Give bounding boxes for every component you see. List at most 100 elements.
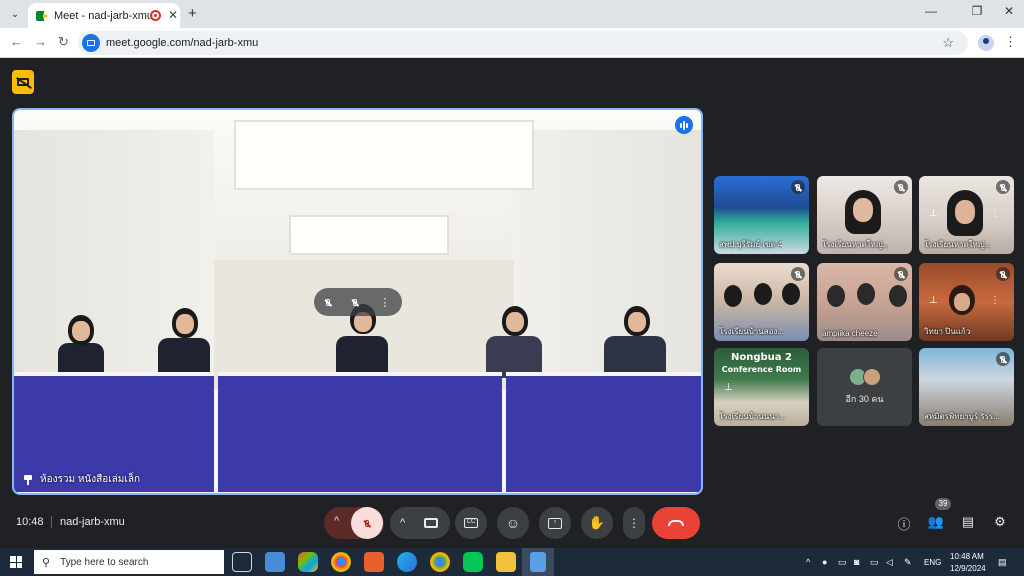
emoji-icon: ☺ [505, 515, 521, 531]
tab-close-button[interactable]: ✕ [168, 8, 178, 22]
raise-hand-button[interactable]: ✋ [581, 507, 613, 539]
back-arrow-icon[interactable]: ← [10, 34, 23, 49]
tray-app2-icon[interactable]: ◙ [854, 557, 859, 567]
windows-start-icon[interactable] [10, 556, 22, 568]
address-bar-row: ← → ↻ meet.google.com/nad-jarb-xmu ☆ ⋮ [0, 28, 1024, 58]
tile-more-icon[interactable]: ⋮ [990, 208, 1000, 219]
more-participants-tile[interactable]: อีก 30 คน [817, 348, 912, 426]
minimize-button[interactable]: — [916, 4, 946, 18]
people-icon[interactable]: 👥 [926, 514, 946, 530]
maximize-button[interactable]: ❐ [962, 4, 992, 18]
participant-tile[interactable]: ⊥ ⋮ โรงเรียนหาดใหญ่... [919, 176, 1014, 254]
participant-name: วิทยา ปินแก้ว [924, 327, 971, 336]
bookmark-star-icon[interactable]: ☆ [942, 35, 954, 51]
people-count-badge: 39 [935, 498, 951, 510]
muted-mic-icon [791, 267, 805, 281]
active-tab[interactable]: Meet - nad-jarb-xmu ✕ [28, 3, 180, 28]
pin-icon[interactable] [24, 474, 32, 485]
reload-icon[interactable]: ↻ [58, 34, 69, 50]
muted-mic-icon [894, 267, 908, 281]
captions-icon: CC [464, 518, 478, 528]
tray-app-icon[interactable]: ● [822, 557, 827, 567]
participant-name: โรงเรียนหาดใหญ่... [924, 240, 992, 249]
copilot-app-icon[interactable] [298, 552, 318, 572]
more-vert-icon: ⋮ [628, 516, 640, 530]
room-banner-subtitle: Conference Room [721, 365, 802, 374]
tile-pin-icon[interactable]: ⊥ [929, 295, 938, 306]
participant-tile[interactable]: โรงเรียนหาดใหญ่... [817, 176, 912, 254]
chevron-up-icon[interactable]: ^ [400, 517, 405, 529]
file-explorer-icon[interactable] [496, 552, 516, 572]
leave-call-button[interactable] [652, 507, 700, 539]
omnibox[interactable]: meet.google.com/nad-jarb-xmu ☆ [78, 31, 968, 55]
participant-tile[interactable]: Nongbua 2 Conference Room ⊥ โรงเรียนบ้าน… [714, 348, 809, 426]
participant-tile[interactable]: สหมิตรพิทยาบูร์ รัรร... [919, 348, 1014, 426]
speaking-indicator-icon [675, 116, 693, 134]
task-view-icon[interactable] [232, 552, 252, 572]
battery-icon[interactable]: ▭ [838, 557, 847, 568]
muted-mic-icon [894, 180, 908, 194]
participant-tile[interactable]: โรงเรียนบ้านสอง... [714, 263, 809, 341]
tile-more-icon[interactable]: ⋮ [380, 296, 391, 309]
close-window-button[interactable]: ✕ [994, 4, 1024, 18]
present-icon: ↑ [548, 517, 562, 529]
site-info-icon[interactable] [82, 34, 100, 52]
tile-pin-icon[interactable]: ⊥ [724, 382, 733, 393]
taskbar-clock-time[interactable]: 10:48 AM [950, 552, 984, 561]
more-options-button[interactable]: ⋮ [623, 507, 645, 539]
photos-app-icon[interactable] [265, 552, 285, 572]
forward-arrow-icon[interactable]: → [34, 34, 47, 49]
search-icon: ⚲ [42, 556, 51, 569]
active-app-highlight[interactable] [522, 548, 554, 576]
taskbar-clock-date[interactable]: 12/9/2024 [950, 564, 986, 573]
participant-tile[interactable]: ampiika cheeze [817, 263, 912, 341]
taskbar-search-box[interactable]: ⚲ Type here to search [34, 550, 224, 574]
present-screen-button[interactable]: ↑ [539, 507, 571, 539]
chevron-up-icon[interactable]: ^ [334, 515, 339, 527]
main-video-tile[interactable]: ⋮ ห้องรวม หนังสือเล่มเล็ก [12, 108, 703, 495]
tab-search-button[interactable]: ⌄ [6, 5, 24, 23]
chrome-app-icon[interactable] [331, 552, 351, 572]
pen-icon[interactable]: ✎ [904, 557, 912, 568]
chat-icon[interactable]: ▤ [958, 514, 978, 530]
rss-app-icon[interactable] [364, 552, 384, 572]
notifications-icon[interactable]: ▤ [998, 557, 1007, 568]
volume-icon[interactable]: ◁ [886, 557, 893, 568]
main-speaker-name: ห้องรวม หนังสือเล่มเล็ก [40, 474, 140, 485]
active-app-icon [530, 552, 546, 572]
tile-more-icon[interactable]: ⋮ [990, 295, 1000, 306]
captions-button[interactable]: CC [455, 507, 487, 539]
tile-mute-icon[interactable] [325, 298, 330, 306]
new-tab-button[interactable]: + [188, 5, 197, 22]
microphone-toggle-button[interactable] [351, 507, 383, 539]
meeting-control-bar: 10:48 nad-jarb-xmu ^ ^ CC ☺ ↑ ✋ ⋮ ⓘ 39 👥… [0, 498, 1024, 544]
camera-off-icon[interactable] [12, 70, 34, 94]
edge-app-icon[interactable] [397, 552, 417, 572]
meet-stage: ⋮ ห้องรวม หนังสือเล่มเล็ก สพป.บุรีรัมย์ … [0, 58, 1024, 548]
activities-icon[interactable]: ⚙ [990, 514, 1010, 530]
chrome-profile-app-icon[interactable] [430, 552, 450, 572]
muted-mic-icon [996, 180, 1010, 194]
line-app-icon[interactable] [463, 552, 483, 572]
participant-tile[interactable]: ⊥ ⋮ วิทยา ปินแก้ว [919, 263, 1014, 341]
meeting-info-icon[interactable]: ⓘ [894, 514, 914, 533]
participant-tile[interactable]: สพป.บุรีรัมย์ เขต 4 [714, 176, 809, 254]
meeting-clock: 10:48 [16, 516, 44, 528]
meet-favicon-icon [36, 10, 48, 21]
conference-table [506, 372, 701, 492]
muted-mic-icon [996, 352, 1010, 366]
browser-menu-icon[interactable]: ⋮ [1004, 34, 1017, 50]
avatar [862, 368, 881, 386]
network-icon[interactable]: ▭ [870, 557, 879, 568]
phone-hangup-icon [668, 520, 684, 526]
divider [51, 516, 52, 528]
tray-chevron-up-icon[interactable]: ^ [806, 557, 810, 567]
camera-toggle-button[interactable]: ^ [390, 507, 450, 539]
language-indicator[interactable]: ENG [924, 558, 941, 567]
profile-avatar-icon[interactable] [978, 35, 994, 51]
reactions-button[interactable]: ☺ [497, 507, 529, 539]
tile-pin-icon[interactable]: ⊥ [929, 208, 938, 219]
tile-mic-icon[interactable] [352, 298, 357, 306]
url-text[interactable]: meet.google.com/nad-jarb-xmu [106, 37, 258, 49]
participant-name: โรงเรียนบ้านนนา... [719, 412, 786, 421]
